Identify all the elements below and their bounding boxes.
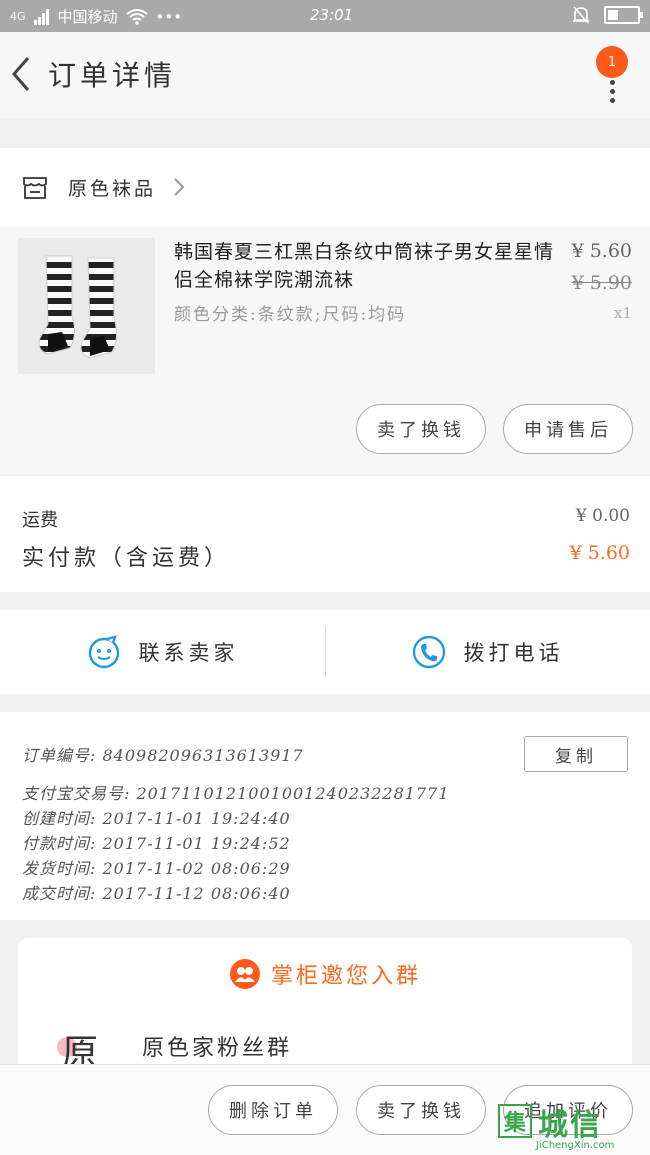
- completed-time: 成交时间: 2017-11-12 08:06:40: [22, 884, 291, 903]
- group-invite-text: 掌柜邀您入群: [270, 964, 421, 989]
- contact-bar: 联系卖家 拨打电话: [0, 610, 650, 694]
- mute-bell-icon: [573, 6, 589, 24]
- contact-seller-label: 联系卖家: [138, 641, 239, 665]
- watermark-logo: 集: [498, 1104, 532, 1138]
- product-image[interactable]: [18, 238, 155, 374]
- resell-bottom-button[interactable]: 卖了换钱: [356, 1085, 486, 1135]
- signal-icon: [33, 8, 49, 25]
- copy-button[interactable]: 复制: [524, 736, 628, 772]
- call-label: 拨打电话: [463, 641, 564, 665]
- order-info: 订单编号: 840982096313613917 复制 支付宝交易号: 2017…: [0, 712, 650, 920]
- group-invite-header: 掌柜邀您入群: [18, 958, 632, 990]
- resell-button[interactable]: 卖了换钱: [356, 404, 486, 454]
- signal-label: 4G: [10, 10, 26, 23]
- wifi-icon: [125, 8, 148, 25]
- group-invite-card[interactable]: 掌柜邀您入群 原 原色家粉丝群: [18, 938, 632, 1078]
- delete-order-button[interactable]: 删除订单: [208, 1085, 338, 1135]
- alipay-number: 支付宝交易号: 2017110121001001240232281771: [22, 784, 450, 803]
- order-item: 韩国春夏三杠黑白条纹中筒袜子男女星星情侣全棉袜学院潮流袜 颜色分类:条纹款;尺码…: [0, 226, 650, 474]
- back-button[interactable]: [6, 52, 42, 96]
- after-sales-button[interactable]: 申请售后: [503, 404, 633, 454]
- more-menu-button[interactable]: 1: [592, 46, 632, 103]
- call-button[interactable]: 拨打电话: [325, 610, 650, 694]
- battery-icon: [604, 6, 643, 24]
- paid-time: 付款时间: 2017-11-01 19:24:52: [22, 834, 291, 853]
- phone-icon: [412, 635, 445, 669]
- product-quantity: x1: [613, 304, 632, 322]
- product-original-price: ¥ 5.90: [571, 272, 632, 294]
- group-name: 原色家粉丝群: [142, 1036, 293, 1061]
- status-left: 4G 中国移动 •••: [10, 6, 182, 27]
- watermark-url: JiChengXin.com: [536, 1140, 615, 1151]
- shipping-label: 运费: [22, 510, 58, 531]
- nav-header: 订单详情 1: [0, 32, 650, 118]
- notification-badge: 1: [596, 46, 628, 78]
- more-dots-icon: [610, 80, 616, 103]
- socks-image: [38, 255, 118, 359]
- chevron-left-icon: [12, 57, 30, 91]
- chat-face-icon: [88, 635, 119, 669]
- created-time: 创建时间: 2017-11-01 19:24:40: [22, 809, 291, 828]
- store-name: 原色袜品: [68, 178, 157, 200]
- watermark: 集 城信 JiChengXin.com: [498, 1100, 648, 1155]
- product-title[interactable]: 韩国春夏三杠黑白条纹中筒袜子男女星星情侣全棉袜学院潮流袜: [174, 238, 566, 294]
- page-title: 订单详情: [48, 59, 177, 92]
- paid-value: ¥ 5.60: [569, 542, 630, 564]
- paid-label: 实付款（含运费）: [22, 546, 231, 571]
- store-row[interactable]: 原色袜品: [0, 148, 650, 226]
- order-number: 订单编号: 840982096313613917: [22, 746, 304, 765]
- fee-summary: 运费 ¥ 0.00 实付款（含运费） ¥ 5.60: [0, 476, 650, 592]
- carrier-label: 中国移动: [57, 8, 118, 26]
- status-more: •••: [155, 7, 183, 26]
- watermark-text: 城信: [538, 1108, 602, 1143]
- status-right: [572, 5, 643, 25]
- shipping-value: ¥ 0.00: [575, 506, 630, 526]
- status-bar: 4G 中国移动 ••• 23:01: [0, 0, 650, 32]
- shipped-time: 发货时间: 2017-11-02 08:06:29: [22, 859, 291, 878]
- status-time: 23:01: [310, 6, 354, 24]
- chevron-right-icon: [174, 178, 185, 196]
- contact-seller-button[interactable]: 联系卖家: [0, 610, 325, 694]
- product-spec: 颜色分类:条纹款;尺码:均码: [174, 305, 407, 325]
- product-price: ¥ 5.60: [571, 240, 632, 262]
- group-icon: [229, 959, 260, 989]
- store-icon: [23, 177, 47, 199]
